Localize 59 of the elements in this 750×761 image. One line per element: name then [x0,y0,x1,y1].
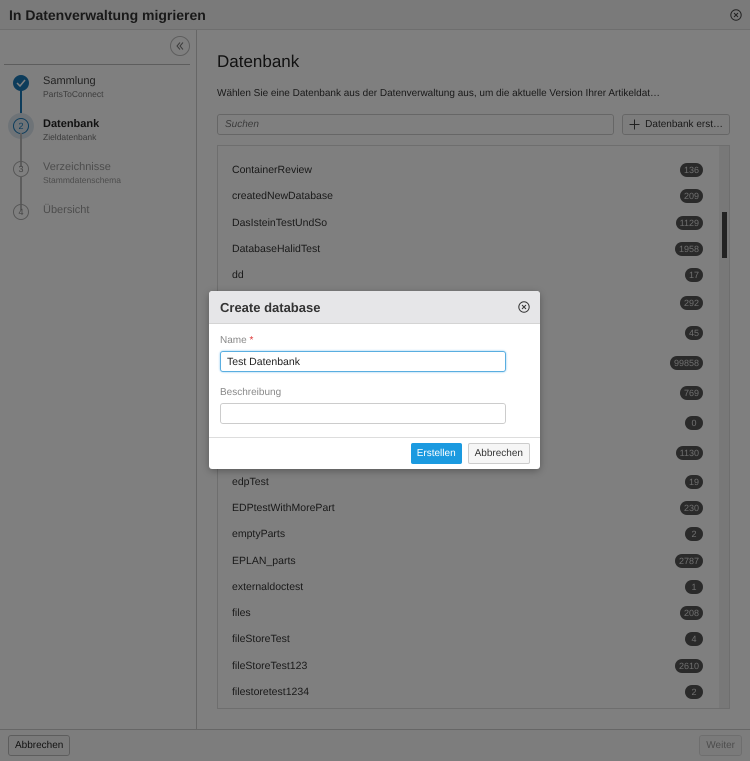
description-input[interactable] [220,403,506,424]
count-badge: 2 [685,527,703,542]
count-badge: 17 [684,268,703,282]
count-badge: 45 [684,326,703,340]
step-indicator: 2 [8,113,34,139]
count-badge: 2610 [674,658,703,673]
database-name[interactable]: files [232,607,251,620]
dialog-title: Create database [220,300,320,314]
database-name[interactable]: DatabaseHalidTest [232,243,320,256]
description-text: Wählen Sie eine Datenbank aus der Datenverwaltung aus, um die aktuelle Version Ihrer Artikeldat… [217,88,662,99]
database-name[interactable]: filestoretest1234 [232,686,310,698]
step-subtitle: PartsToConnect [43,89,104,99]
database-name[interactable]: externaldoctest [232,580,304,593]
database-name[interactable]: fileStoreTest123 [232,660,308,672]
collapse-icon [175,41,185,51]
scrollbar[interactable] [719,146,729,708]
database-name[interactable]: emptyParts [232,528,286,540]
database-name[interactable]: EDPtestWithMorePart [232,502,335,514]
search-field[interactable]: Suchen [217,114,614,135]
count-badge: 0 [685,416,703,430]
field-label: Name [220,335,247,346]
count-badge: 19 [684,474,703,489]
count-badge: 2787 [674,554,703,568]
database-name[interactable]: ContainerReview [232,164,312,176]
create-database-button[interactable]: Datenbank erst… [622,114,730,135]
database-name[interactable]: EPLAN_parts [232,554,296,567]
count-badge: 2 [685,685,703,699]
count-badge: 769 [680,386,703,400]
window-title: In Datenverwaltung migrieren [9,6,206,22]
database-name[interactable]: dd [232,269,244,282]
count-badge: 1958 [674,242,703,256]
create-button[interactable]: Erstellen [410,443,462,464]
step-subtitle: Zieldatenbank [43,132,98,142]
database-name[interactable]: edpTest [232,476,269,488]
cancel-button[interactable]: Abbrechen [8,735,70,756]
count-badge: 1130 [676,446,703,460]
count-badge: 208 [680,606,703,620]
required-mark: * [249,335,254,346]
database-name[interactable]: DasIsteinTestUndSo [232,216,328,229]
page-heading: Datenbank [217,52,300,72]
count-badge: 99858 [670,356,703,370]
step-indicator: 4 [8,199,34,225]
database-name[interactable]: fileStoreTest [232,633,290,646]
count-badge: 4 [685,632,703,646]
count-badge: 292 [680,296,703,310]
name-input[interactable]: Test Datenbank [220,351,506,372]
count-badge: 1129 [676,216,703,230]
count-badge: 1 [685,580,703,594]
cancel-button[interactable]: Abbrechen [468,443,530,464]
count-badge: 136 [680,163,703,178]
count-badge: 209 [680,189,703,204]
close-icon[interactable] [518,301,530,313]
step-title[interactable]: Sammlung [43,75,104,87]
field-label: Beschreibung [220,387,282,398]
step-title[interactable]: Datenbank [43,118,100,130]
count-badge: 230 [680,500,703,515]
collapse-button[interactable] [170,36,190,56]
database-name[interactable]: createdNewDatabase [232,190,333,202]
plus-icon [629,119,640,130]
